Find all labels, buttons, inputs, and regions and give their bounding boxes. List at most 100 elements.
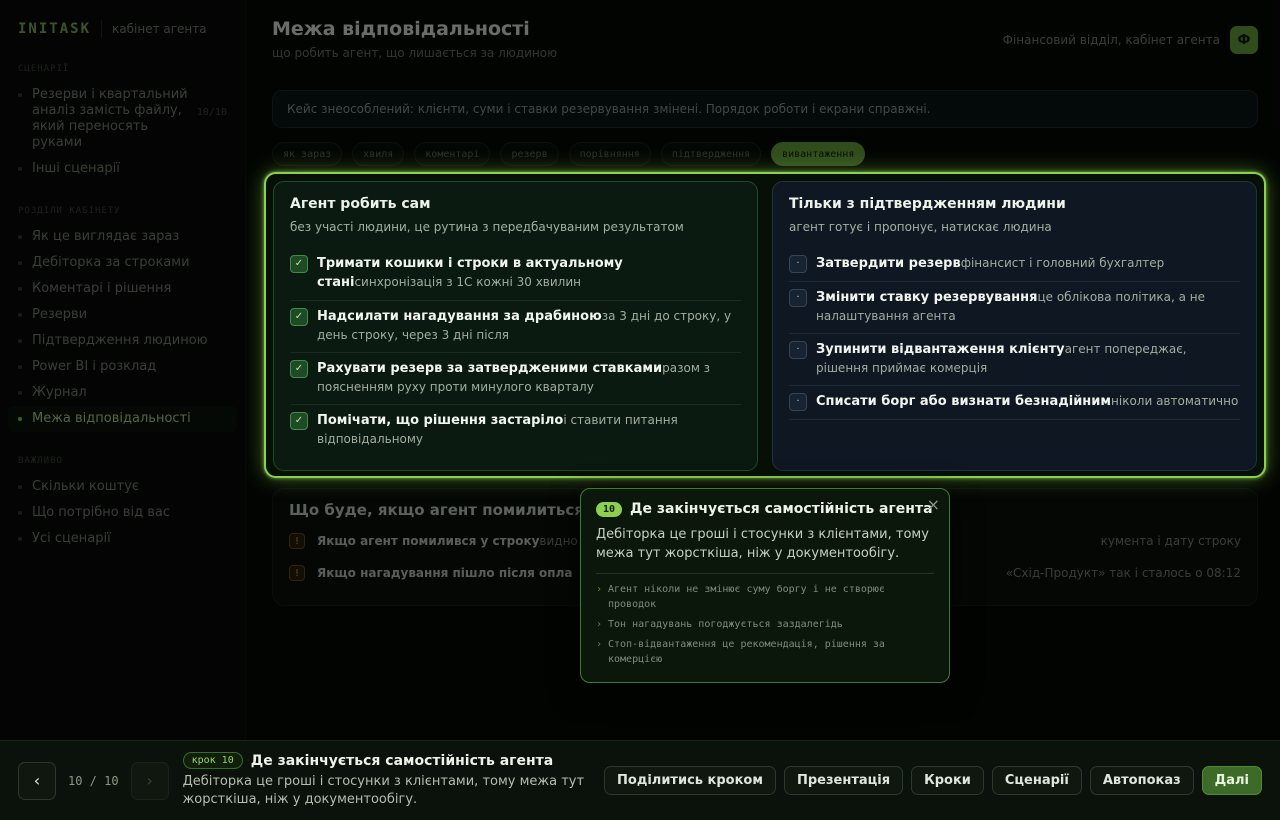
bullet-icon bbox=[18, 235, 22, 239]
step-counter: 10 / 10 bbox=[68, 773, 119, 788]
sidebar-item-label: Скільки коштує bbox=[32, 479, 140, 494]
step-title: Де закінчується самостійність агента bbox=[250, 752, 554, 769]
sidebar-item-all-scenarios[interactable]: Усі сценарії bbox=[0, 526, 245, 552]
item-title: Надсилати нагадування за драбиною bbox=[317, 309, 602, 324]
item-title: Рахувати резерв за затвердженими ставкам… bbox=[317, 361, 663, 376]
list-item: · Змінити ставку резервуванняце облікова … bbox=[789, 282, 1240, 334]
tour-tooltip: 10 Де закінчується самостійність агента … bbox=[580, 488, 950, 683]
scenarios-button[interactable]: Сценарії bbox=[991, 766, 1082, 795]
bullet-icon bbox=[18, 365, 22, 369]
chip-wave[interactable]: хвиля bbox=[352, 142, 405, 166]
list-item: ✓ Рахувати резерв за затвердженими ставка… bbox=[290, 353, 741, 405]
list-item: · Списати борг або визнати безнадійнимнік… bbox=[789, 386, 1240, 420]
card-subtitle: без участі людини, це рутина з передбачу… bbox=[290, 220, 684, 234]
check-icon: ✓ bbox=[290, 412, 308, 430]
autoplay-button[interactable]: Автопоказ bbox=[1089, 766, 1194, 795]
sidebar-item-label: Дебіторка за строками bbox=[32, 255, 190, 270]
agent-autonomous-card: Агент робить сам без участі людини, це р… bbox=[273, 181, 758, 471]
highlighted-region: Агент робить сам без участі людини, це р… bbox=[264, 172, 1266, 478]
item-title: Списати борг або визнати безнадійним bbox=[816, 394, 1112, 409]
step-number-badge: 10 bbox=[596, 501, 623, 517]
step-tag: крок 10 bbox=[182, 752, 243, 769]
item-title: Помічати, що рішення застаріло bbox=[317, 413, 564, 428]
bullet-icon bbox=[18, 391, 22, 395]
steps-button[interactable]: Кроки bbox=[911, 766, 984, 795]
human-confirmation-card: Тільки з підтвердженням людини агент гот… bbox=[772, 181, 1257, 471]
mistake-title: Якщо агент помилився у строку bbox=[317, 534, 540, 548]
sidebar-item-label: Межа відповідальності bbox=[32, 411, 191, 426]
list-item: Стоп-відвантаження це рекомендація, ріше… bbox=[596, 637, 934, 667]
chip-comparison[interactable]: порівняння bbox=[568, 142, 651, 166]
warning-icon: ! bbox=[289, 565, 305, 581]
bullet-icon bbox=[18, 417, 22, 421]
tooltip-title: Де закінчується самостійність агента bbox=[630, 501, 933, 517]
sidebar-item-cost[interactable]: Скільки коштує bbox=[0, 474, 245, 500]
tour-footer: ‹ 10 / 10 › крок 10 Де закінчується само… bbox=[0, 740, 1280, 820]
mistake-tail: «Схід-Продукт» так і сталось о 08:12 bbox=[1005, 566, 1241, 580]
chip-now[interactable]: як зараз bbox=[272, 142, 343, 166]
card-subtitle: агент готує і пропонує, натискає людина bbox=[789, 220, 1052, 234]
step-description: Дебіторка це гроші і стосунки з клієнтам… bbox=[182, 774, 585, 807]
footer-actions: Поділитись кроком Презентація Кроки Сцен… bbox=[604, 766, 1262, 795]
chip-reserve[interactable]: резерв bbox=[500, 142, 559, 166]
item-title: Змінити ставку резервування bbox=[816, 290, 1038, 305]
prev-step-button[interactable]: ‹ bbox=[18, 761, 56, 800]
brand: INITASK кабінет агента bbox=[0, 18, 245, 40]
tooltip-body: Дебіторка це гроші і стосунки з клієнтам… bbox=[596, 525, 934, 574]
check-icon: ✓ bbox=[290, 360, 308, 378]
sidebar-item-comments[interactable]: Коментарі і рішення bbox=[0, 276, 245, 302]
step-info: крок 10 Де закінчується самостійність аг… bbox=[182, 752, 603, 809]
sidebar-item-label: Журнал bbox=[32, 385, 87, 400]
chip-export[interactable]: вивантаження bbox=[771, 142, 866, 166]
sidebar-item-requirements[interactable]: Що потрібно від вас bbox=[0, 500, 245, 526]
bullet-icon bbox=[18, 93, 22, 97]
warning-icon: ! bbox=[289, 533, 305, 549]
avatar[interactable]: Ф bbox=[1230, 26, 1258, 54]
sidebar-section-cabinet: РОЗДІЛИ КАБІНЕТУ bbox=[18, 206, 121, 216]
card-title: Тільки з підтвердженням людини bbox=[789, 196, 1066, 212]
sidebar-item-confirmation[interactable]: Підтвердження людиною bbox=[0, 328, 245, 354]
page-title: Межа відповідальності bbox=[272, 18, 530, 40]
page-header: Межа відповідальності що робить агент, щ… bbox=[272, 0, 1258, 76]
sidebar-item-reserves[interactable]: Резерви bbox=[0, 302, 245, 328]
sidebar-item-responsibility[interactable]: Межа відповідальності bbox=[8, 406, 237, 432]
next-button[interactable]: Далі bbox=[1201, 766, 1262, 795]
check-icon: ✓ bbox=[290, 255, 308, 273]
brand-subtitle: кабінет агента bbox=[112, 22, 207, 36]
brand-logo: INITASK bbox=[18, 21, 92, 37]
list-item: Тон нагадувань погоджується заздалегідь bbox=[596, 617, 934, 632]
sidebar-item-powerbi[interactable]: Power BI і розклад bbox=[0, 354, 245, 380]
sidebar-section-scenarios: СЦЕНАРІЇ bbox=[18, 64, 70, 74]
sidebar-item-journal[interactable]: Журнал bbox=[0, 380, 245, 406]
sidebar-item-label: Що потрібно від вас bbox=[32, 505, 170, 520]
list-item: · Зупинити відвантаження клієнтуагент поп… bbox=[789, 334, 1240, 386]
sidebar-section-important: ВАЖЛИВО bbox=[18, 456, 63, 466]
sidebar-item-label: Підтвердження людиною bbox=[32, 333, 208, 348]
chip-comments[interactable]: коментарі bbox=[414, 142, 491, 166]
close-icon[interactable]: × bbox=[927, 495, 940, 514]
mistake-tail: кумента і дату строку bbox=[1100, 534, 1241, 548]
list-item: Агент ніколи не змінює суму боргу і не с… bbox=[596, 582, 934, 612]
list-item: ✓ Помічати, що рішення застарілоі ставити… bbox=[290, 405, 741, 456]
sidebar-item-receivables[interactable]: Дебіторка за строками bbox=[0, 250, 245, 276]
sidebar-item-scenario-reserves[interactable]: Резерви і квартальний аналіз замість фай… bbox=[0, 82, 245, 156]
list-item: ✓ Надсилати нагадування за драбиноюза 3 д… bbox=[290, 301, 741, 353]
dot-icon: · bbox=[789, 393, 807, 411]
org-name: Фінансовий відділ, кабінет агента bbox=[1002, 33, 1220, 47]
chip-confirmation[interactable]: підтвердження bbox=[660, 142, 762, 166]
list-item: ✓ Тримати кошики і строки в актуальному с… bbox=[290, 248, 741, 301]
bullet-icon bbox=[18, 287, 22, 291]
sidebar-item-label: Резерви bbox=[32, 307, 88, 322]
sidebar: INITASK кабінет агента СЦЕНАРІЇ Резерви … bbox=[0, 0, 246, 740]
bullet-icon bbox=[18, 339, 22, 343]
mistake-desc: видно bbox=[539, 534, 578, 548]
bullet-icon bbox=[18, 511, 22, 515]
share-step-button[interactable]: Поділитись кроком bbox=[604, 766, 776, 795]
brand-divider bbox=[101, 20, 103, 38]
sidebar-item-now[interactable]: Як це виглядає зараз bbox=[0, 224, 245, 250]
item-desc: ніколи автоматично bbox=[1111, 394, 1239, 408]
sidebar-item-label: Усі сценарії bbox=[32, 531, 111, 546]
presentation-button[interactable]: Презентація bbox=[783, 766, 904, 795]
sidebar-item-other-scenarios[interactable]: Інші сценарії bbox=[0, 156, 245, 182]
next-step-arrow-button[interactable]: › bbox=[130, 761, 169, 800]
